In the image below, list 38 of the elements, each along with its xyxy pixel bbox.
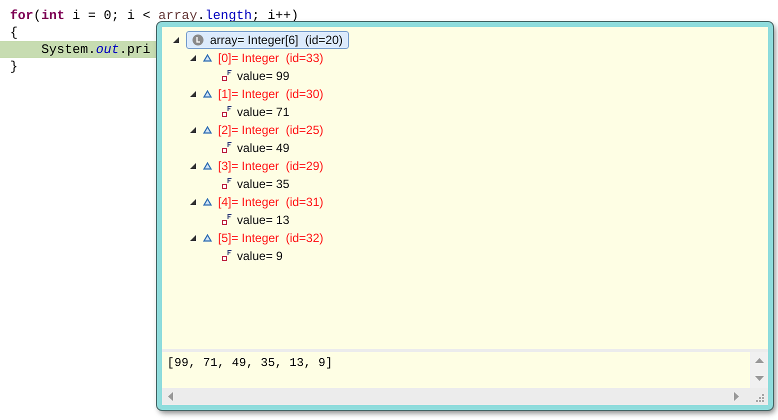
- field-icon: [222, 142, 232, 154]
- tree-item[interactable]: value= 13: [237, 213, 290, 227]
- tree-item[interactable]: [3]= Integer (id=29): [218, 159, 324, 173]
- tree-item[interactable]: [0]= Integer (id=33): [218, 51, 324, 65]
- code-line: {: [9, 24, 19, 41]
- expand-arrow-icon[interactable]: [189, 234, 197, 242]
- expand-arrow-icon[interactable]: [189, 54, 197, 62]
- code-line: for(int i = 0; i < array.length; i++): [9, 7, 299, 24]
- field-icon: [222, 178, 232, 190]
- triangle-icon: [203, 126, 212, 134]
- tree-item[interactable]: value= 99: [237, 69, 290, 83]
- triangle-icon: [203, 162, 212, 170]
- triangle-icon: [203, 198, 212, 206]
- tree-item[interactable]: [2]= Integer (id=25): [218, 123, 324, 137]
- code-line: }: [9, 58, 19, 75]
- tree-item[interactable]: [5]= Integer (id=32): [218, 231, 324, 245]
- field-icon: [222, 214, 232, 226]
- tree-item[interactable]: value= 49: [237, 141, 290, 155]
- detail-text: [99, 71, 49, 35, 13, 9]: [166, 355, 334, 372]
- triangle-icon: [203, 90, 212, 98]
- expand-arrow-icon[interactable]: [189, 126, 197, 134]
- triangle-icon: [203, 54, 212, 62]
- expand-arrow-icon[interactable]: [189, 198, 197, 206]
- field-icon: [222, 70, 232, 82]
- tree-item[interactable]: value= 35: [237, 177, 290, 191]
- triangle-icon: [203, 234, 212, 242]
- tree-item[interactable]: value= 71: [237, 105, 290, 119]
- resize-grip-icon[interactable]: [753, 391, 765, 403]
- field-icon: [222, 106, 232, 118]
- tree-item[interactable]: [4]= Integer (id=31): [218, 195, 324, 209]
- expand-arrow-icon[interactable]: [189, 90, 197, 98]
- expand-arrow-icon[interactable]: [172, 36, 180, 44]
- tree-item[interactable]: array= Integer[6] (id=20): [186, 31, 349, 49]
- local-variable-icon: [192, 34, 204, 46]
- tree-item[interactable]: [1]= Integer (id=30): [218, 87, 324, 101]
- expand-arrow-icon[interactable]: [189, 162, 197, 170]
- field-icon: [222, 250, 232, 262]
- tree-item[interactable]: value= 9: [237, 249, 283, 263]
